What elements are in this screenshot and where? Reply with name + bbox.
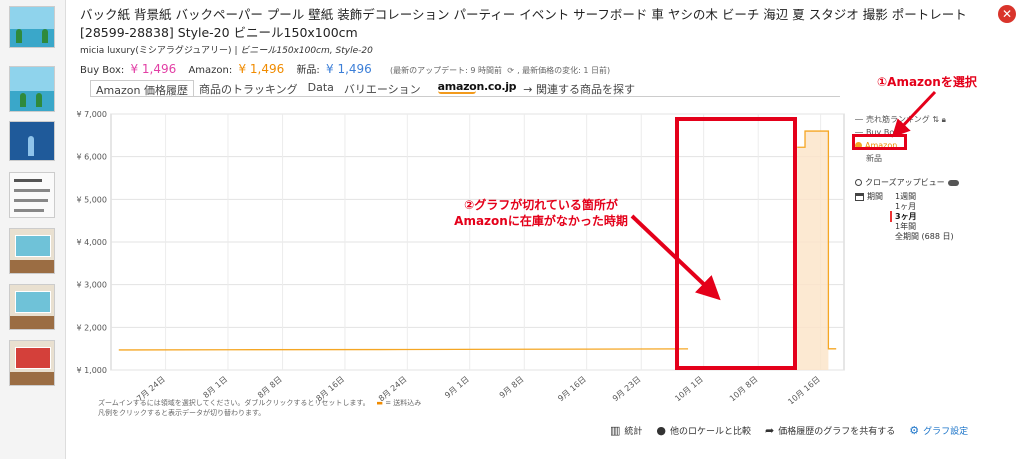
annotation-arrows [630, 90, 937, 301]
keepa-popup: ✕ バック紙 背景紙 バックペーパー プール 壁紙 装飾デコレーション パーティ… [0, 0, 1024, 459]
arrow-to-legend [891, 90, 937, 138]
arrow-to-gap [630, 214, 721, 301]
